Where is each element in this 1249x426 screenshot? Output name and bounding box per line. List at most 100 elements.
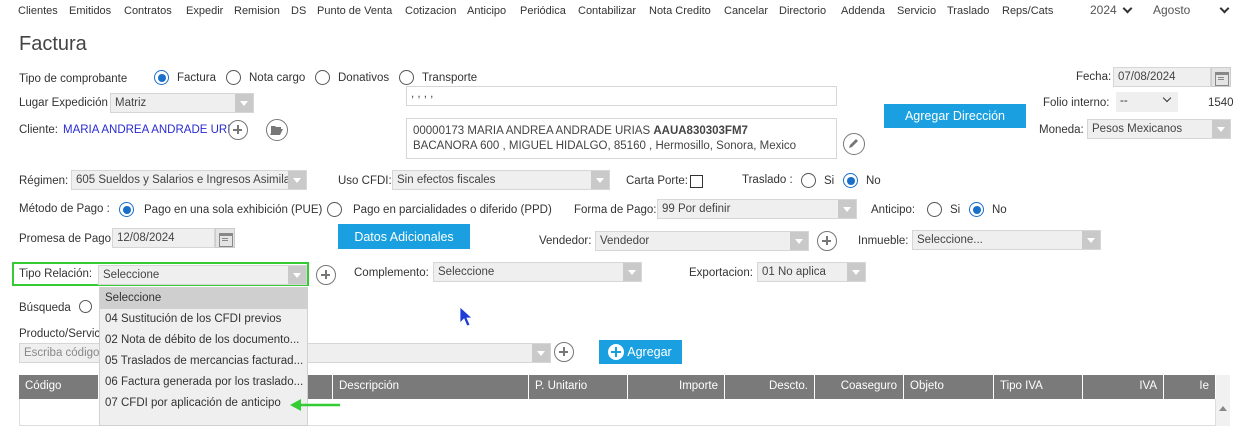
uso-cfdi-select[interactable]: Sin efectos fiscales (392, 170, 610, 190)
busqueda-radio[interactable] (79, 300, 92, 313)
calendar-icon[interactable] (215, 228, 235, 248)
add-vendedor-icon[interactable] (817, 231, 837, 251)
folio-select[interactable]: -- (1116, 92, 1178, 112)
menu-item-cancelar[interactable]: Cancelar (724, 5, 768, 17)
menu-item-expedir[interactable]: Expedir (186, 5, 223, 17)
menu-item-remision[interactable]: Remision (234, 5, 280, 17)
traslado-si-radio[interactable] (801, 173, 816, 188)
dropdown-option[interactable]: 04 Sustitución de los CFDI previos (100, 309, 307, 330)
vendedor-label: Vendedor: (539, 235, 592, 247)
year-select[interactable]: 2024 (1090, 3, 1117, 17)
lugar-expedicion-value: Matriz (115, 97, 147, 109)
promesa-pago-input[interactable]: 12/08/2024 (112, 228, 215, 248)
menu-item-contratos[interactable]: Contratos (124, 5, 172, 17)
traslado-no-radio[interactable] (843, 173, 858, 188)
regimen-value: 605 Sueldos y Salarios e Ingresos Asimil… (76, 174, 291, 186)
radio-donativos-label: Donativos (338, 72, 390, 84)
dropdown-option[interactable]: 07 CFDI por aplicación de anticipo (100, 393, 307, 414)
cliente-value[interactable]: MARIA ANDREA ANDRADE URI (63, 124, 230, 136)
cliente-detail-name: 00000173 MARIA ANDREA ANDRADE URIAS (413, 125, 654, 137)
annotation-arrow-icon (290, 399, 340, 411)
chevron-down-icon[interactable] (1219, 3, 1230, 14)
anticipo-no-radio[interactable] (969, 202, 984, 217)
radio-factura[interactable] (154, 70, 169, 85)
menu-item-clientes[interactable]: Clientes (18, 5, 58, 17)
col-p-unitario: P. Unitario (529, 375, 628, 399)
cliente-address: BACANORA 600 , MIGUEL HIDALGO, 85160 , H… (413, 140, 797, 152)
exportacion-value: 01 No aplica (762, 266, 826, 278)
agregar-label: Agregar (627, 345, 672, 359)
tipo-relacion-select[interactable]: Seleccione (98, 265, 307, 285)
anticipo-no-label: No (992, 204, 1007, 216)
dropdown-option[interactable]: Seleccione (100, 288, 307, 309)
col-codigo: Código (19, 375, 99, 399)
busqueda-label: Búsqueda (19, 302, 71, 314)
agregar-direccion-button[interactable]: Agregar Dirección (884, 104, 1026, 128)
producto-label: Producto/Servic (19, 328, 101, 340)
dropdown-option[interactable]: 06 Factura generada por los traslado... (100, 372, 307, 393)
menu-item-traslado[interactable]: Traslado (947, 5, 989, 17)
metodo-pago-label: Método de Pago : (19, 203, 110, 215)
radio-transporte[interactable] (399, 70, 414, 85)
regimen-select[interactable]: 605 Sueldos y Salarios e Ingresos Asimil… (71, 170, 307, 190)
col-importe: Importe (628, 375, 725, 399)
menu-item-anticipo[interactable]: Anticipo (467, 5, 506, 17)
chevron-down-icon[interactable] (1122, 3, 1133, 14)
menu-item-reps-cats[interactable]: Reps/Cats (1002, 5, 1053, 17)
fecha-label: Fecha: (1076, 71, 1112, 83)
col-iva: IVA (1083, 375, 1164, 399)
forma-pago-select[interactable]: 99 Por definir (657, 199, 857, 219)
menu-item-contabilizar[interactable]: Contabilizar (578, 5, 636, 17)
col-tipo-iva: Tipo IVA (994, 375, 1083, 399)
promesa-pago-label: Promesa de Pago (19, 233, 112, 245)
exportacion-select[interactable]: 01 No aplica (757, 262, 866, 282)
inmueble-select[interactable]: Seleccione... (912, 230, 1101, 250)
metodo-pago-pue-radio[interactable] (119, 202, 134, 217)
add-tipo-relacion-icon[interactable] (316, 265, 336, 285)
complemento-label: Complemento: (354, 267, 429, 279)
folder-open-icon[interactable] (266, 119, 288, 141)
lugar-expedicion-select[interactable]: Matriz (110, 93, 254, 113)
carta-porte-checkbox[interactable] (690, 175, 703, 188)
menu-item-nota-credito[interactable]: Nota Credito (649, 5, 711, 17)
dropdown-option[interactable]: 02 Nota de débito de los documento... (100, 330, 307, 351)
agregar-button[interactable]: Agregar (599, 340, 682, 364)
cliente-label: Cliente: (19, 124, 58, 136)
chevron-down-icon[interactable] (532, 344, 550, 362)
tipo-comprobante-label: Tipo de comprobante (19, 73, 128, 85)
menu-item-punto-de-venta[interactable]: Punto de Venta (317, 5, 392, 17)
fecha-input[interactable]: 07/08/2024 (1113, 67, 1211, 87)
complemento-value: Seleccione (438, 266, 495, 278)
radio-donativos[interactable] (315, 70, 330, 85)
menu-item-periodica[interactable]: Periódica (520, 5, 566, 17)
metodo-pago-ppd-radio[interactable] (327, 202, 342, 217)
address-line-field[interactable]: , , , , (406, 86, 837, 106)
add-cliente-icon[interactable] (228, 120, 248, 140)
col-ie: Ie (1164, 375, 1216, 399)
vendedor-select[interactable]: Vendedor (595, 231, 809, 251)
month-select[interactable]: Agosto (1153, 3, 1190, 17)
moneda-select[interactable]: Pesos Mexicanos (1087, 119, 1231, 139)
menu-item-servicio[interactable]: Servicio (897, 5, 936, 17)
menu-item-emitidos[interactable]: Emitidos (69, 5, 111, 17)
calendar-icon[interactable] (1211, 67, 1231, 87)
producto-placeholder: Escriba código (24, 347, 100, 359)
dropdown-option[interactable]: 05 Traslados de mercancias facturad... (100, 351, 307, 372)
add-producto-icon[interactable] (554, 342, 574, 362)
metodo-pago-ppd-label: Pago en parcialidades o diferido (PPD) (353, 204, 552, 216)
metodo-pago-pue-label: Pago en una sola exhibición (PUE) (144, 204, 323, 216)
forma-pago-label: Forma de Pago: (574, 204, 657, 216)
menu-item-directorio[interactable]: Directorio (779, 5, 826, 17)
anticipo-si-radio[interactable] (927, 202, 942, 217)
mouse-cursor-icon (459, 306, 474, 327)
cliente-detail-box: 00000173 MARIA ANDREA ANDRADE URIAS AAUA… (406, 118, 837, 159)
edit-icon[interactable] (843, 133, 865, 155)
radio-nota-cargo[interactable] (226, 70, 241, 85)
address-line-value: , , , , (411, 88, 434, 100)
complemento-select[interactable]: Seleccione (433, 262, 642, 282)
menu-item-cotizacion[interactable]: Cotizacion (405, 5, 456, 17)
datos-adicionales-button[interactable]: Datos Adicionales (338, 224, 470, 249)
table-scrollbar[interactable] (1216, 375, 1230, 426)
menu-item-ds[interactable]: DS (291, 5, 306, 17)
menu-item-addenda[interactable]: Addenda (841, 5, 885, 17)
